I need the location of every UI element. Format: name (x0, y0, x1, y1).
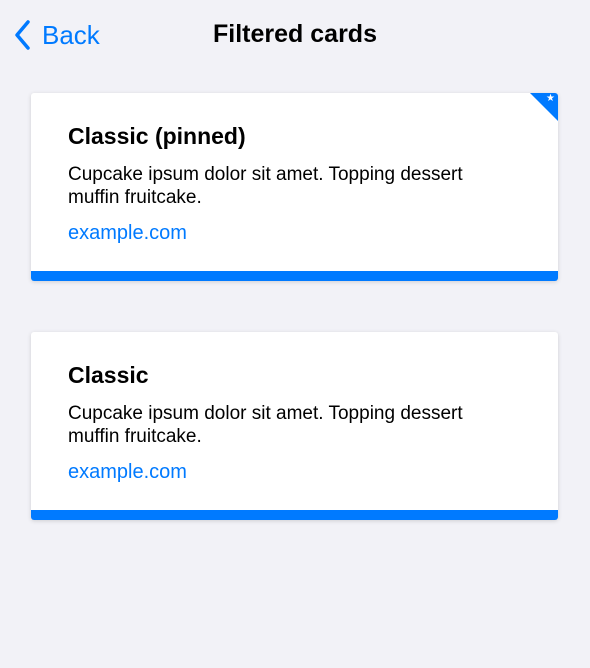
star-icon: ★ (546, 93, 555, 104)
card-link[interactable]: example.com (68, 222, 187, 245)
card[interactable]: Classic Cupcake ipsum dolor sit amet. To… (31, 332, 558, 520)
card-description: Cupcake ipsum dolor sit amet. Topping de… (68, 403, 463, 447)
card-accent-bar (31, 271, 558, 281)
page-title: Filtered cards (213, 20, 377, 48)
card-description: Cupcake ipsum dolor sit amet. Topping de… (68, 164, 463, 208)
card-title: Classic (pinned) (68, 123, 246, 149)
card-title: Classic (68, 362, 149, 388)
card-link[interactable]: example.com (68, 461, 187, 484)
card-accent-bar (31, 510, 558, 520)
card-pinned[interactable]: ★ Classic (pinned) Cupcake ipsum dolor s… (31, 93, 558, 281)
